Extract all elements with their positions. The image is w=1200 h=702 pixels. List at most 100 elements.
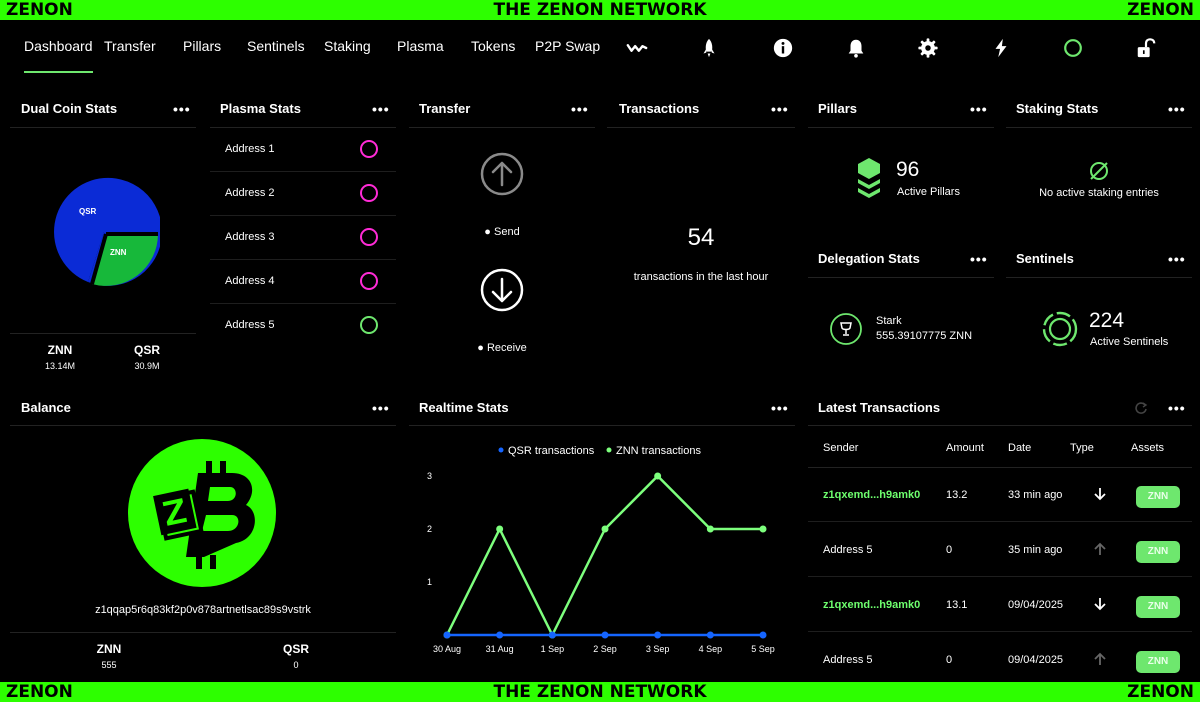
info-icon[interactable] [772,37,794,59]
delegation-stats-title: Delegation Stats [818,251,920,266]
tx-date: 09/04/2025 [1008,654,1064,666]
znn-slice-label: ZNN [110,248,127,257]
plasma-address-row[interactable]: Address 3 [210,216,396,260]
znn-supply-label: ZNN [47,343,73,357]
transactions-caption: transactions in the last hour [633,271,769,283]
transactions-menu-button[interactable]: ••• [771,102,789,116]
transactions-title: Transactions [619,101,700,116]
data-point-znn[interactable] [496,525,504,533]
data-point-qsr[interactable] [654,631,662,639]
data-point-znn[interactable] [654,472,662,480]
column-header-sender[interactable]: Sender [823,442,858,454]
pillars-title: Pillars [818,101,858,116]
plasma-status-ring [360,316,378,334]
pillars-menu-button[interactable]: ••• [970,102,988,116]
column-header-assets[interactable]: Assets [1131,442,1164,454]
chart-legend: QSR transactions ZNN transactions [498,445,701,457]
tab-sentinels[interactable]: Sentinels [247,38,305,54]
plasma-address-label: Address 5 [225,319,275,331]
table-row[interactable]: z1qxemd...h9amk0 13.1 09/04/2025 ZNN [808,578,1192,632]
tab-staking[interactable]: Staking [324,38,371,54]
tx-sender[interactable]: Address 5 [823,544,873,556]
receive-label[interactable]: ● Receive [452,342,552,354]
x-tick-label: 4 Sep [699,644,723,654]
bell-icon[interactable] [845,37,867,59]
lightning-icon[interactable] [990,37,1012,59]
refresh-icon[interactable] [1134,401,1148,415]
balance-menu-button[interactable]: ••• [372,401,390,415]
latest-transactions-menu-button[interactable]: ••• [1168,401,1186,415]
realtime-menu-button[interactable]: ••• [771,401,789,415]
dual-coin-menu-button[interactable]: ••• [173,102,191,116]
data-point-qsr[interactable] [496,631,504,639]
rocket-icon[interactable] [698,37,720,59]
unlock-icon[interactable] [1135,37,1157,59]
tx-sender[interactable]: z1qxemd...h9amk0 [823,489,920,501]
sentinel-ring-icon [1042,311,1078,347]
tx-amount: 13.1 [946,599,968,611]
sync-status-icon[interactable] [1062,37,1084,59]
dual-coin-pie-chart: QSR ZNN [54,177,160,286]
tab-dashboard[interactable]: Dashboard [24,38,93,73]
plasma-address-row[interactable]: Address 5 [210,304,396,348]
staking-menu-button[interactable]: ••• [1168,102,1186,116]
tab-tokens[interactable]: Tokens [471,38,515,54]
tab-plasma[interactable]: Plasma [397,38,444,54]
no-entries-icon [1090,162,1108,180]
divider [808,425,1192,426]
asset-badge[interactable]: ZNN [1136,541,1180,563]
data-point-qsr[interactable] [759,631,767,639]
plasma-menu-button[interactable]: ••• [372,102,390,116]
data-point-qsr[interactable] [443,631,451,639]
tx-sender[interactable]: z1qxemd...h9amk0 [823,599,920,611]
qsr-supply-label: QSR [133,343,160,357]
data-point-qsr[interactable] [706,631,714,639]
tab-transfer[interactable]: Transfer [104,38,156,54]
legend-znn-marker [606,447,612,453]
table-row[interactable]: z1qxemd...h9amk0 13.2 33 min ago ZNN [808,468,1192,522]
receive-arrow-icon [1094,598,1106,611]
series-line-znn [445,474,763,637]
column-header-date[interactable]: Date [1008,442,1031,454]
top-banner: ZENON THE ZENON NETWORK ZENON [0,0,1200,20]
banner-center-text: THE ZENON NETWORK [493,0,707,20]
transfer-menu-button[interactable]: ••• [571,102,589,116]
data-point-qsr[interactable] [548,631,556,639]
data-point-qsr[interactable] [601,631,609,639]
tx-date: 33 min ago [1008,489,1063,501]
asset-badge[interactable]: ZNN [1136,651,1180,673]
asset-badge[interactable]: ZNN [1136,596,1180,618]
column-header-type[interactable]: Type [1070,442,1094,454]
send-label[interactable]: ● Send [452,226,552,238]
plasma-address-row[interactable]: Address 2 [210,172,396,216]
tx-sender[interactable]: Address 5 [823,654,873,666]
asset-badge[interactable]: ZNN [1136,486,1180,508]
send-arrow-icon[interactable] [480,152,524,196]
plasma-stats-title: Plasma Stats [220,101,301,116]
data-point-znn[interactable] [706,525,714,533]
gear-icon[interactable] [917,37,939,59]
send-arrow-icon [1094,652,1106,665]
plasma-status-ring [360,272,378,290]
divider [607,127,795,128]
wallet-connect-icon[interactable] [626,37,648,59]
column-header-amount[interactable]: Amount [946,442,984,454]
balance-address[interactable]: z1qqap5r6q83kf2p0v878artnetlsac89s9vstrk [10,604,396,616]
table-row[interactable]: Address 5 0 35 min ago ZNN [808,523,1192,577]
tab-p2p-swap[interactable]: P2P Swap [535,38,600,54]
x-tick-label: 5 Sep [751,644,775,654]
plasma-address-row[interactable]: Address 1 [210,128,396,172]
divider [808,127,994,128]
data-point-znn[interactable] [601,525,609,533]
receive-arrow-icon[interactable] [480,268,524,312]
legend-qsr-label: QSR transactions [508,445,595,457]
transfer-title: Transfer [419,101,471,116]
sentinels-menu-button[interactable]: ••• [1168,252,1186,266]
plasma-address-row[interactable]: Address 4 [210,260,396,304]
staking-empty-text: No active staking entries [1039,187,1159,199]
pillar-stack-icon [858,158,880,198]
tab-pillars[interactable]: Pillars [183,38,221,54]
delegation-menu-button[interactable]: ••• [970,252,988,266]
data-point-znn[interactable] [759,525,767,533]
table-row[interactable]: Address 5 0 09/04/2025 ZNN [808,633,1192,687]
